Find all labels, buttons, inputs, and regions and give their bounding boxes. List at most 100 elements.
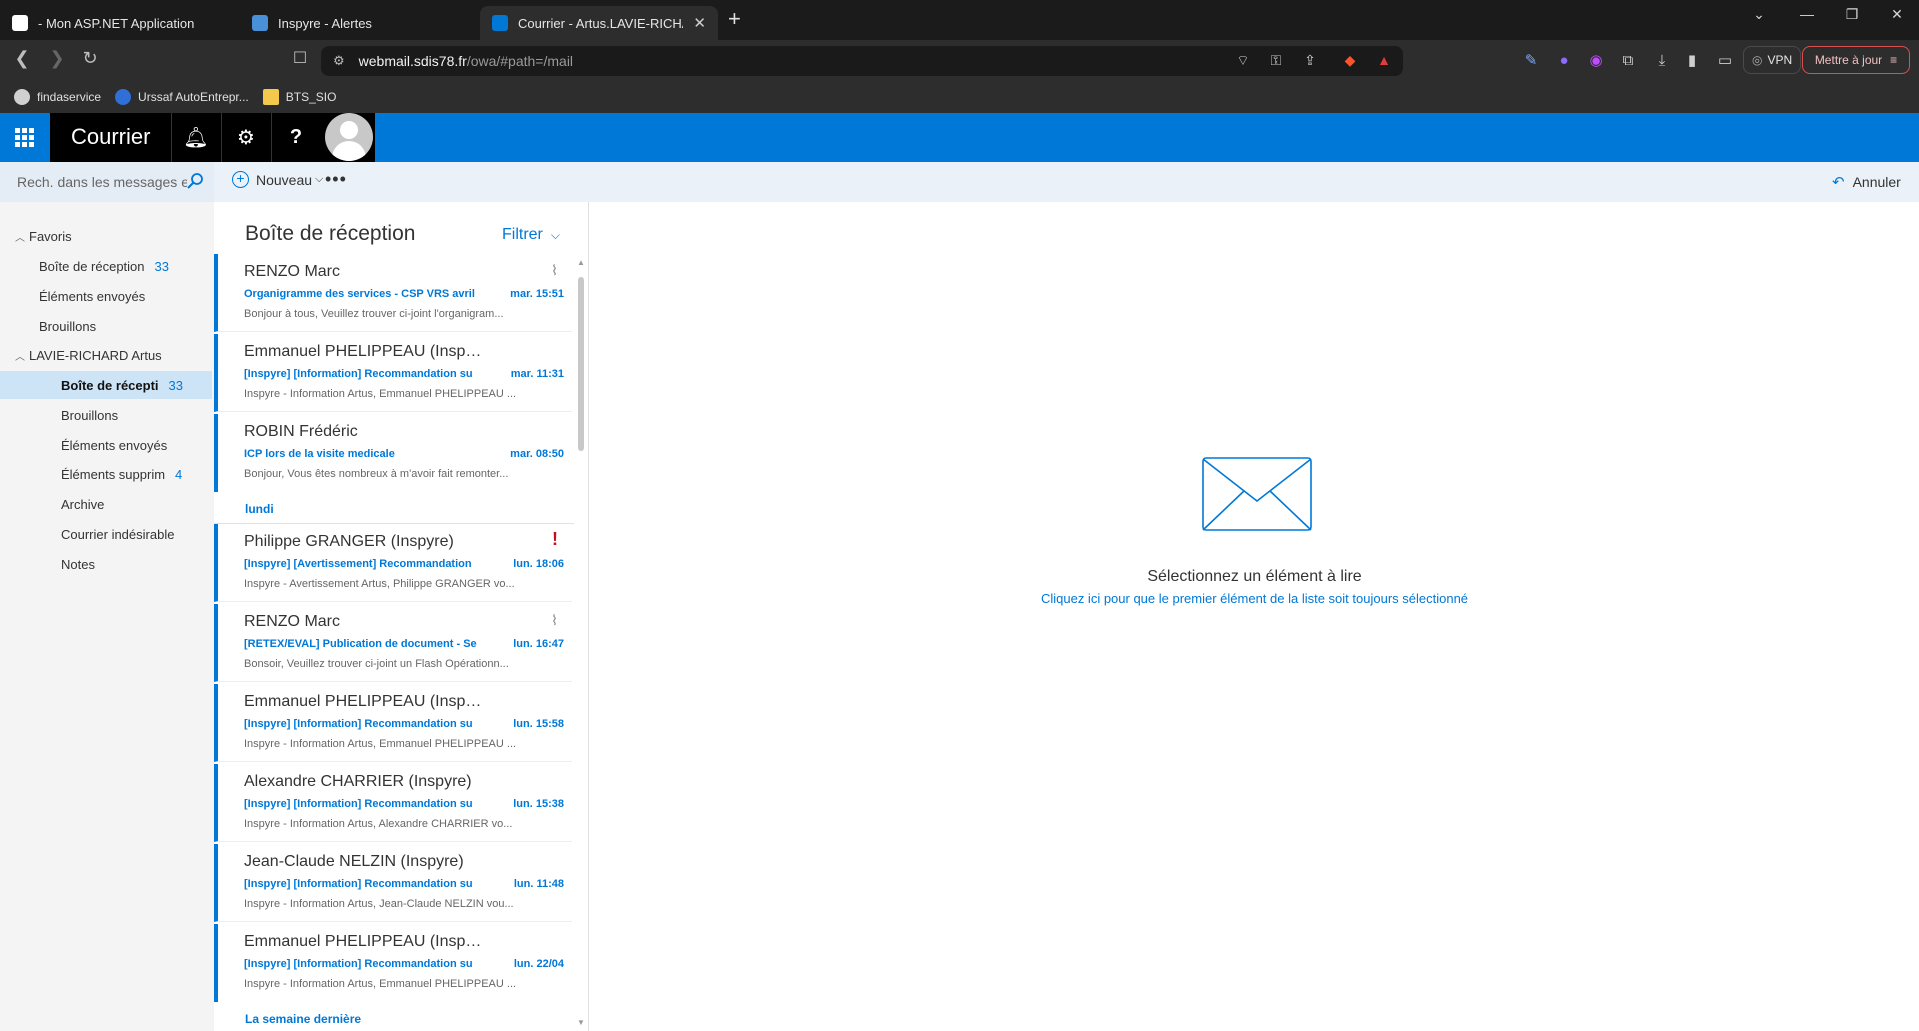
folder-drafts[interactable]: Brouillons <box>0 401 212 429</box>
bookmark-bts-sio[interactable]: BTS_SIO <box>262 88 337 105</box>
site-info-icon[interactable]: ⚙ <box>333 53 345 69</box>
search-input[interactable] <box>17 174 187 190</box>
list-item[interactable]: Alexandre CHARRIER (Inspyre) [Inspyre] [… <box>214 764 572 842</box>
settings-button[interactable]: ⚙ <box>221 113 270 162</box>
restore-icon[interactable]: ❐ <box>1832 6 1872 23</box>
list-item[interactable]: Emmanuel PHELIPPEAU (Inspy... [Inspyre] … <box>214 684 572 762</box>
folder-fav-sent[interactable]: Éléments envoyés <box>0 282 212 310</box>
reload-icon[interactable]: ↻ <box>78 48 102 69</box>
list-item[interactable]: Jean-Claude NELZIN (Inspyre) [Inspyre] [… <box>214 844 572 922</box>
received-date: mar. 11:31 <box>510 368 564 380</box>
forward-icon[interactable]: ❯ <box>45 48 69 69</box>
sender: Jean-Claude NELZIN (Inspyre) <box>244 853 464 870</box>
wallet-icon[interactable]: ▭ <box>1714 50 1736 72</box>
share-icon[interactable]: ⇪ <box>1300 52 1320 70</box>
extension-purple-icon[interactable]: ◉ <box>1585 50 1607 72</box>
scroll-down-icon[interactable]: ▼ <box>577 1018 585 1027</box>
list-item[interactable]: RENZO Marc ⌇ [RETEX/EVAL] Publication de… <box>214 604 572 682</box>
back-icon[interactable]: ❮ <box>10 48 34 69</box>
favorites-header[interactable]: ︿ Favoris <box>0 222 212 250</box>
close-icon[interactable]: ✕ <box>693 14 706 32</box>
sidebar-icon[interactable]: ▮ <box>1681 50 1703 72</box>
sender: Emmanuel PHELIPPEAU (Inspy... <box>244 343 484 360</box>
tab-title: - Mon ASP.NET Application <box>38 15 195 31</box>
folder-archive[interactable]: Archive <box>0 490 212 518</box>
chevron-down-icon[interactable]: ⌵ <box>315 173 323 186</box>
notifications-button[interactable]: 🔔︎ <box>171 113 220 162</box>
bookmark-urssaf[interactable]: Urssaf AutoEntrepr... <box>115 88 249 105</box>
received-date: lun. 16:47 <box>513 638 564 650</box>
always-select-first-link[interactable]: Cliquez ici pour que le premier élément … <box>590 591 1919 606</box>
key-icon[interactable]: ⚿ <box>1266 52 1286 70</box>
wifi-icon[interactable]: ⌔ <box>1233 52 1253 70</box>
account-header[interactable]: ︿ LAVIE-RICHARD Artus <box>0 341 212 369</box>
list-item[interactable]: RENZO Marc ⌇ Organigramme des services -… <box>214 254 572 332</box>
help-button[interactable]: ? <box>271 113 320 162</box>
new-message-button[interactable]: + Nouveau ⌵ <box>232 171 323 188</box>
list-item[interactable]: Philippe GRANGER (Inspyre) ! [Inspyre] [… <box>214 524 572 602</box>
search-box[interactable] <box>0 162 214 202</box>
received-date: lun. 11:48 <box>513 878 564 890</box>
pen-icon[interactable]: ✎ <box>1520 50 1542 72</box>
folder-fav-drafts[interactable]: Brouillons <box>0 312 212 340</box>
folder-deleted[interactable]: Éléments supprim 4 <box>0 460 212 488</box>
attachment-icon: ⌇ <box>551 262 558 278</box>
bookmark-label: BTS_SIO <box>285 89 337 104</box>
list-item[interactable]: ROBIN Frédéric ICP lors de la visite med… <box>214 414 572 492</box>
envelope-icon <box>1202 457 1312 531</box>
gear-icon: ⚙ <box>237 127 255 149</box>
folder-pane: ︿ Favoris Boîte de réception 33 Éléments… <box>0 202 214 1031</box>
empty-state-title: Sélectionnez un élément à lire <box>1147 568 1362 585</box>
undo-button[interactable]: ↶ Annuler <box>1832 173 1901 191</box>
url-text: webmail.sdis78.fr/owa/#path=/mail <box>358 53 574 69</box>
brave-rewards-icon[interactable]: ▲ <box>1374 52 1394 70</box>
folder-sent[interactable]: Éléments envoyés <box>0 431 212 459</box>
tab-asp-net[interactable]: - Mon ASP.NET Application <box>0 6 240 40</box>
bookmarks-bar: findaservice Urssaf AutoEntrepr... BTS_S… <box>0 80 1919 113</box>
folder-label: Brouillons <box>61 407 119 423</box>
folder-notes[interactable]: Notes <box>0 550 212 578</box>
tab-courrier[interactable]: Courrier - Artus.LAVIE-RICHARD ✕ <box>480 6 718 40</box>
unread-count: 33 <box>168 377 183 393</box>
received-date: lun. 22/04 <box>513 958 564 970</box>
app-title[interactable]: Courrier <box>71 124 150 150</box>
list-item[interactable]: Emmanuel PHELIPPEAU (Inspy... [Inspyre] … <box>214 334 572 412</box>
folder-junk[interactable]: Courrier indésirable <box>0 520 212 548</box>
avatar[interactable] <box>323 113 375 162</box>
minimize-icon[interactable]: — <box>1787 6 1827 22</box>
undo-icon: ↶ <box>1832 174 1845 191</box>
sender: ROBIN Frédéric <box>244 423 358 440</box>
bell-icon: 🔔︎ <box>183 127 209 149</box>
update-button[interactable]: Mettre à jour ≡ <box>1802 46 1910 74</box>
scroll-up-icon[interactable]: ▲ <box>577 258 585 267</box>
page-icon <box>12 15 28 31</box>
date-group-header: La semaine dernière <box>245 1012 362 1026</box>
more-actions-button[interactable]: ••• <box>325 169 347 190</box>
folder-label: Boîte de réception <box>39 258 145 274</box>
tab-search-icon[interactable]: ⌄ <box>1739 6 1779 23</box>
list-item[interactable]: Emmanuel PHELIPPEAU (Inspy... [Inspyre] … <box>214 924 572 1002</box>
search-icon[interactable] <box>186 172 204 190</box>
brave-shield-icon[interactable]: ◆ <box>1340 52 1360 70</box>
folder-inbox[interactable]: Boîte de récepti 33 <box>0 371 212 399</box>
subject: [Inspyre] [Information] Recommandation s… <box>244 878 473 890</box>
sender: RENZO Marc <box>244 263 340 280</box>
subject: [Inspyre] [Avertissement] Recommandation <box>244 558 472 570</box>
help-icon: ? <box>289 126 303 148</box>
bookmark-findaservice[interactable]: findaservice <box>14 88 101 105</box>
scrollbar-thumb[interactable] <box>578 277 584 451</box>
tab-title: Courrier - Artus.LAVIE-RICHARD <box>518 15 683 31</box>
app-launcher-button[interactable] <box>0 113 50 162</box>
folder-fav-inbox[interactable]: Boîte de réception 33 <box>0 252 212 280</box>
chevron-down-icon: ⌵ <box>550 227 560 242</box>
download-icon[interactable]: ⤓ <box>1651 50 1673 72</box>
filter-button[interactable]: Filtrer ⌵ <box>502 226 560 244</box>
new-label: Nouveau <box>256 171 313 188</box>
close-window-icon[interactable]: ✕ <box>1877 6 1917 23</box>
bookmark-icon[interactable]: ☐ <box>288 48 312 68</box>
new-tab-button[interactable]: + <box>728 8 741 30</box>
vpn-button[interactable]: ◎ VPN <box>1743 46 1802 74</box>
extension-badge-icon[interactable]: ● <box>1553 50 1575 72</box>
extensions-icon[interactable]: ⧉ <box>1617 50 1639 72</box>
tab-inspyre[interactable]: Inspyre - Alertes <box>240 6 480 40</box>
